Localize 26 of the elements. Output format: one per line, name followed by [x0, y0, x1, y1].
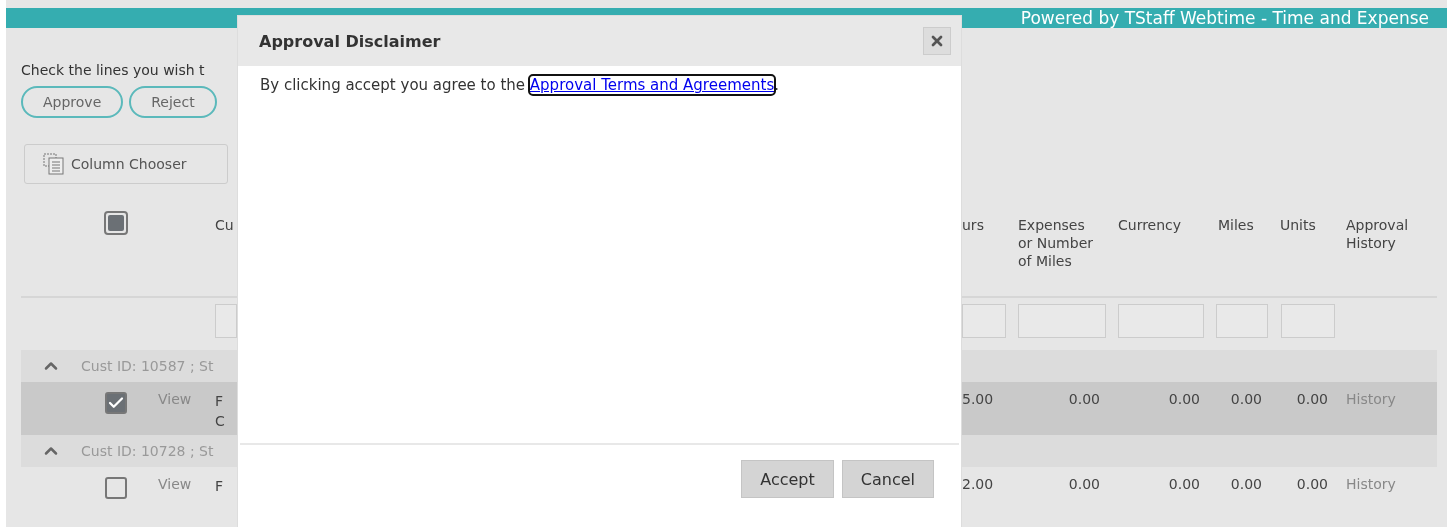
table-cell-text: F: [215, 392, 225, 411]
column-header: Currency: [1117, 216, 1183, 234]
table-cell-text: 0.00: [1167, 390, 1201, 407]
column-header: Units: [1279, 216, 1317, 234]
dialog-title: Approval Disclaimer: [259, 31, 441, 51]
column-header: urs: [962, 216, 985, 234]
header-tagline: Powered by TStaff Webtime - Time and Expense: [1020, 8, 1429, 28]
table-cell-text: 0.00: [1295, 475, 1329, 492]
table-cell-text: 0.00: [1295, 390, 1329, 407]
table-cell-text: 0.00: [1067, 390, 1101, 407]
group-label: Cust ID: 10728 ; St: [81, 443, 214, 459]
column-header: Expenses or Number of Miles: [1017, 216, 1094, 270]
hours-cell-text: 2.00: [962, 475, 995, 492]
column-header: Miles: [1217, 216, 1255, 234]
table-cell-text: C: [215, 412, 226, 431]
column-header: Approval History: [1345, 216, 1410, 252]
table-cell-text: 0.00: [1229, 390, 1263, 407]
disclaimer-text: By clicking accept you agree to the Approval Terms and Agreements.: [260, 76, 779, 94]
table-cell-text: 0.00: [1067, 475, 1101, 492]
instructions-text: Check the lines you wish t: [21, 62, 206, 78]
hours-cell-text: 5.00: [962, 390, 995, 407]
table-cell-text: 0.00: [1229, 475, 1263, 492]
table-cell-text: F: [215, 477, 225, 496]
column-header: Cu: [215, 216, 235, 234]
group-label: Cust ID: 10587 ; St: [81, 358, 214, 374]
table-cell-text: 0.00: [1167, 475, 1201, 492]
